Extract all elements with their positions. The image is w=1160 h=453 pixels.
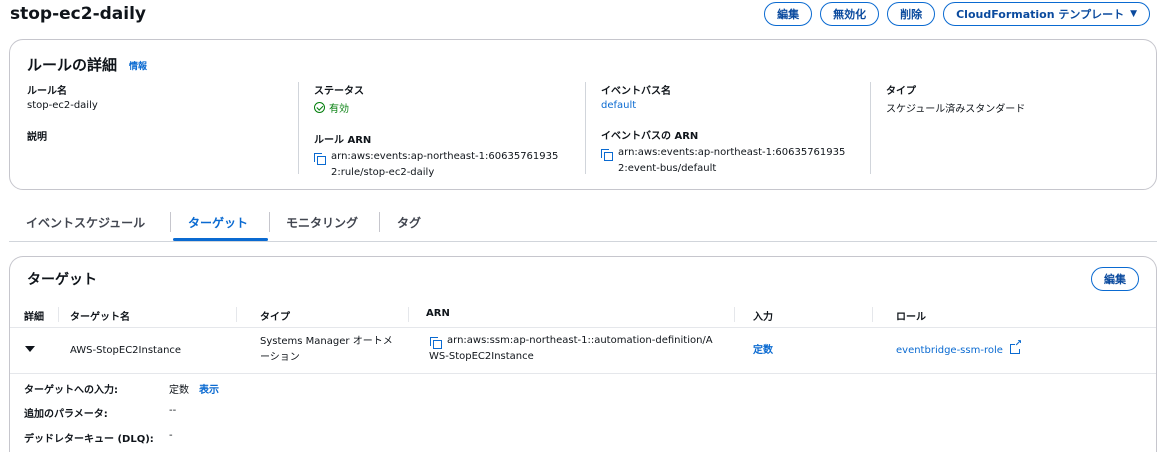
cloudformation-template-label: CloudFormation テンプレート bbox=[956, 8, 1125, 21]
column-header-role: ロール bbox=[896, 312, 926, 323]
targets-panel: ターゲット 編集 詳細 ターゲット名 タイプ ARN 入力 ロール AWS-St… bbox=[9, 256, 1157, 452]
target-arn-line2: WS-StopEC2Instance bbox=[429, 351, 534, 362]
caret-down-icon: ▼ bbox=[1130, 9, 1137, 19]
tab-divider bbox=[269, 212, 270, 232]
rule-arn-label: ルール ARN bbox=[314, 135, 372, 146]
event-bus-link[interactable]: default bbox=[601, 100, 872, 111]
rule-details-heading: ルールの詳細 bbox=[27, 56, 118, 74]
column-header-details: 詳細 bbox=[24, 312, 44, 323]
cloudformation-template-button[interactable]: CloudFormation テンプレート ▼ bbox=[943, 2, 1150, 26]
copy-icon[interactable] bbox=[430, 335, 442, 349]
disable-button[interactable]: 無効化 bbox=[820, 2, 880, 26]
column-divider bbox=[734, 307, 735, 322]
target-role-link[interactable]: eventbridge-ssm-role bbox=[896, 340, 1023, 359]
rule-name-column: ルール名 stop-ec2-daily 説明 bbox=[27, 82, 287, 143]
rule-name-label: ルール名 bbox=[27, 86, 67, 97]
targets-heading: ターゲット bbox=[27, 272, 97, 288]
dlq-label: デッドレターキュー (DLQ): bbox=[24, 434, 154, 445]
type-label: タイプ bbox=[886, 86, 916, 97]
collapse-row-button[interactable] bbox=[25, 346, 35, 352]
target-arn-line1: arn:aws:ssm:ap-northeast-1::automation-d… bbox=[447, 335, 713, 346]
edit-button[interactable]: 編集 bbox=[764, 2, 813, 26]
dlq-value: - bbox=[169, 430, 173, 441]
show-input-link[interactable]: 表示 bbox=[199, 385, 219, 396]
column-divider bbox=[872, 307, 873, 322]
target-input-label: ターゲットへの入力: bbox=[24, 385, 118, 396]
page-title: stop-ec2-daily bbox=[10, 4, 147, 24]
type-column: タイプ スケジュール済みスタンダード bbox=[870, 82, 1140, 174]
additional-params-label: 追加のパラメータ: bbox=[24, 409, 108, 420]
event-bus-column: イベントバス名 default イベントバスの ARN arn:aws:even… bbox=[585, 82, 872, 174]
tab-event-schedule[interactable]: イベントスケジュール bbox=[26, 214, 145, 231]
rule-arn: arn:aws:events:ap-northeast-1:6063576193… bbox=[314, 149, 586, 181]
target-input-value-group: 定数 表示 bbox=[169, 381, 219, 396]
action-bar: 編集 無効化 削除 CloudFormation テンプレート ▼ bbox=[764, 2, 1150, 26]
check-circle-icon bbox=[314, 102, 325, 113]
target-input-value: 定数 bbox=[169, 385, 189, 396]
target-input-link[interactable]: 定数 bbox=[753, 343, 773, 359]
table-row: AWS-StopEC2Instance Systems Manager オートメ… bbox=[10, 328, 1156, 374]
caret-down-icon bbox=[25, 346, 35, 352]
event-bus-arn-line1: arn:aws:events:ap-northeast-1:6063576193… bbox=[618, 147, 846, 158]
column-divider bbox=[236, 307, 237, 322]
tab-monitoring[interactable]: モニタリング bbox=[286, 214, 358, 231]
description-label: 説明 bbox=[27, 132, 47, 143]
rule-arn-line2: 2:rule/stop-ec2-daily bbox=[331, 167, 435, 178]
target-type-line1: Systems Manager オートメ bbox=[260, 336, 393, 347]
info-link[interactable]: 情報 bbox=[129, 59, 147, 72]
status-column: ステータス 有効 ルール ARN arn:aws:events:ap-north… bbox=[298, 82, 586, 178]
target-type: Systems Manager オートメ ーション bbox=[260, 334, 393, 366]
table-header: 詳細 ターゲット名 タイプ ARN 入力 ロール bbox=[10, 301, 1156, 328]
active-tab-indicator bbox=[173, 238, 268, 241]
column-divider bbox=[408, 307, 409, 322]
column-header-arn: ARN bbox=[426, 308, 450, 319]
status-text: 有効 bbox=[329, 104, 349, 115]
column-header-target-name: ターゲット名 bbox=[70, 312, 130, 323]
rule-name-value: stop-ec2-daily bbox=[27, 100, 98, 111]
target-arn: arn:aws:ssm:ap-northeast-1::automation-d… bbox=[426, 333, 713, 365]
event-bus-arn-label: イベントバスの ARN bbox=[601, 131, 699, 142]
column-divider bbox=[58, 307, 59, 322]
event-bus-arn-line2: 2:event-bus/default bbox=[618, 163, 717, 174]
column-header-input: 入力 bbox=[753, 312, 773, 323]
target-name: AWS-StopEC2Instance bbox=[70, 345, 182, 356]
additional-params-value: -- bbox=[169, 405, 177, 416]
status-label: ステータス bbox=[314, 86, 364, 97]
tab-tags[interactable]: タグ bbox=[397, 214, 421, 231]
delete-button[interactable]: 削除 bbox=[887, 2, 936, 26]
status-value: 有効 bbox=[314, 100, 586, 115]
edit-targets-button[interactable]: 編集 bbox=[1091, 267, 1139, 291]
type-value: スケジュール済みスタンダード bbox=[886, 104, 1026, 115]
target-role-text: eventbridge-ssm-role bbox=[896, 345, 1003, 356]
event-bus-arn: arn:aws:events:ap-northeast-1:6063576193… bbox=[601, 145, 872, 177]
tab-bar: イベントスケジュール ターゲット モニタリング タグ bbox=[9, 210, 1157, 242]
event-bus-label: イベントバス名 bbox=[601, 86, 671, 97]
target-type-line2: ーション bbox=[260, 352, 300, 363]
external-link-icon bbox=[1010, 340, 1023, 354]
copy-icon[interactable] bbox=[314, 151, 326, 165]
rule-arn-line1: arn:aws:events:ap-northeast-1:6063576193… bbox=[331, 151, 559, 162]
tab-divider bbox=[379, 212, 380, 232]
copy-icon[interactable] bbox=[601, 147, 613, 161]
rule-details-panel: ルールの詳細 情報 ルール名 stop-ec2-daily 説明 ステータス 有… bbox=[9, 39, 1157, 190]
tab-divider bbox=[170, 212, 171, 232]
column-header-type: タイプ bbox=[260, 312, 290, 323]
tab-targets[interactable]: ターゲット bbox=[188, 214, 248, 231]
